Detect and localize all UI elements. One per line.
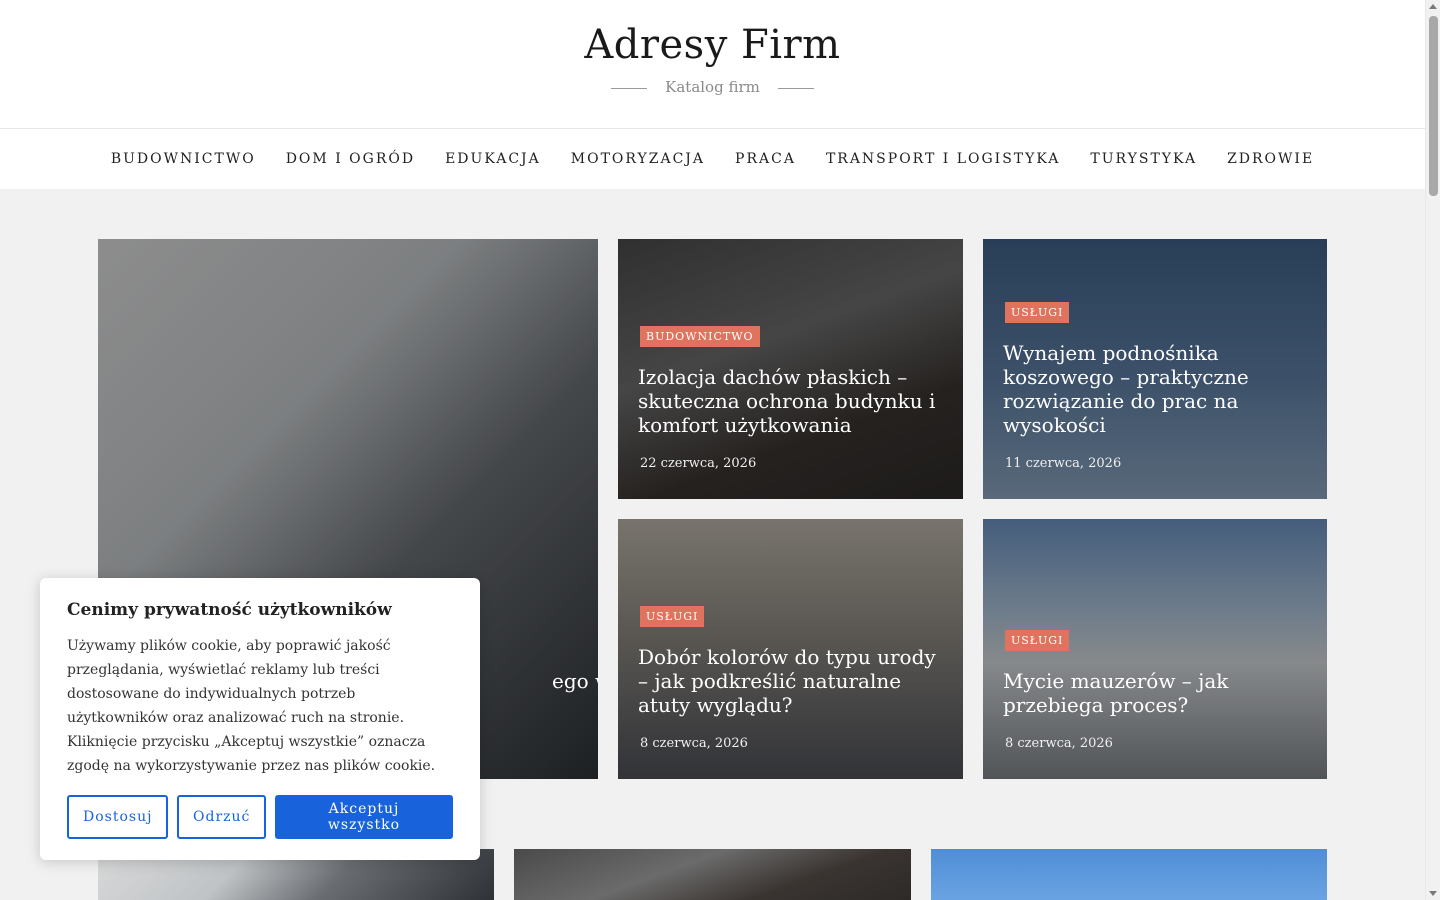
- cookie-customize-button[interactable]: Dostosuj: [67, 795, 168, 839]
- post-date: 22 czerwca, 2026: [640, 456, 757, 471]
- cookie-consent-banner: Cenimy prywatność użytkowników Używamy p…: [40, 578, 480, 860]
- category-badge[interactable]: USŁUGI: [1005, 302, 1070, 323]
- featured-post-card[interactable]: USŁUGI Mycie mauzerów – jak przebiega pr…: [983, 519, 1327, 779]
- cookie-title: Cenimy prywatność użytkowników: [67, 600, 392, 620]
- post-title[interactable]: ego warto: [552, 669, 598, 693]
- tagline-divider-left: [611, 87, 648, 89]
- site-title[interactable]: Adresy Firm: [0, 22, 1425, 68]
- featured-post-card[interactable]: BUDOWNICTWO Izolacja dachów płaskich – s…: [618, 239, 963, 499]
- nav-item-budownictwo[interactable]: BUDOWNICTWO: [111, 151, 256, 167]
- post-image-power-lines: [931, 849, 1327, 900]
- post-title[interactable]: Dobór kolorów do typu urody – jak podkre…: [638, 645, 948, 717]
- nav-item-praca[interactable]: PRACA: [735, 151, 796, 167]
- nav-item-motoryzacja[interactable]: MOTORYZACJA: [571, 151, 705, 167]
- nav-item-zdrowie[interactable]: ZDROWIE: [1227, 151, 1314, 167]
- post-date: 8 czerwca, 2026: [1005, 736, 1113, 751]
- scroll-up-arrow-icon[interactable]: [1429, 4, 1437, 9]
- scroll-down-arrow-icon[interactable]: [1429, 891, 1437, 896]
- nav-item-edukacja[interactable]: EDUKACJA: [445, 151, 541, 167]
- post-image-roof: [514, 849, 911, 900]
- post-title[interactable]: Izolacja dachów płaskich – skuteczna och…: [638, 365, 938, 437]
- cookie-text: Używamy plików cookie, aby poprawić jako…: [67, 638, 436, 774]
- cookie-reject-button[interactable]: Odrzuć: [177, 795, 266, 839]
- nav-item-dom-i-ogrod[interactable]: DOM I OGRÓD: [286, 151, 415, 167]
- category-badge[interactable]: USŁUGI: [640, 606, 705, 627]
- tagline-text: Katalog firm: [665, 78, 760, 96]
- page-scrollbar[interactable]: [1425, 0, 1440, 900]
- post-card-partial[interactable]: [931, 849, 1327, 900]
- nav-item-turystyka[interactable]: TURYSTYKA: [1090, 151, 1197, 167]
- site-header: Adresy Firm Katalog firm: [0, 0, 1425, 129]
- tagline-divider-right: [777, 87, 814, 89]
- category-badge[interactable]: BUDOWNICTWO: [640, 326, 760, 347]
- nav-item-transport-i-logistyka[interactable]: TRANSPORT I LOGISTYKA: [826, 151, 1060, 167]
- featured-post-card[interactable]: USŁUGI Dobór kolorów do typu urody – jak…: [618, 519, 963, 779]
- main-navigation: BUDOWNICTWO DOM I OGRÓD EDUKACJA MOTORYZ…: [0, 129, 1425, 189]
- post-card-partial[interactable]: [514, 849, 911, 900]
- post-date: 11 czerwca, 2026: [1005, 456, 1122, 471]
- post-title[interactable]: Mycie mauzerów – jak przebiega proces?: [1003, 669, 1313, 717]
- post-title[interactable]: Wynajem podnośnika koszowego – praktyczn…: [1003, 341, 1303, 437]
- post-date: 8 czerwca, 2026: [640, 736, 748, 751]
- cookie-buttons: Dostosuj Odrzuć Akceptuj wszystko: [67, 795, 453, 839]
- site-tagline: Katalog firm: [0, 78, 1425, 96]
- cookie-accept-button[interactable]: Akceptuj wszystko: [275, 795, 453, 839]
- category-badge[interactable]: USŁUGI: [1005, 630, 1070, 651]
- featured-post-card[interactable]: USŁUGI Wynajem podnośnika koszowego – pr…: [983, 239, 1327, 499]
- scrollbar-thumb[interactable]: [1429, 16, 1438, 196]
